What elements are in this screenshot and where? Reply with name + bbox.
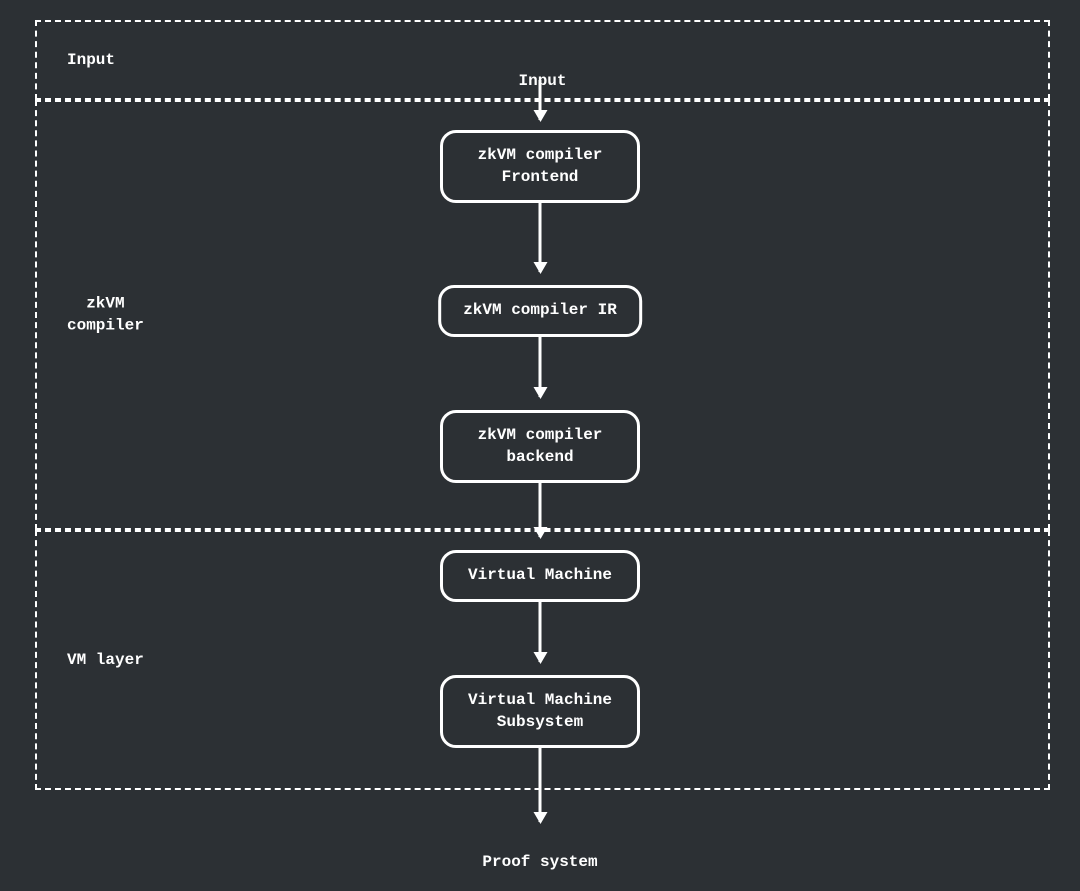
proof-system-label: Proof system: [482, 853, 597, 871]
node-vm-subsystem: Virtual Machine Subsystem: [440, 675, 640, 748]
node-backend: zkVM compiler backend: [440, 410, 640, 483]
section-input: Input Input: [35, 20, 1050, 100]
arrow-input-frontend: [539, 80, 542, 120]
arrow-vm-subsystem: [539, 600, 542, 662]
input-top-label: Input: [518, 72, 566, 90]
section-input-label: Input: [67, 49, 115, 71]
node-ir: zkVM compiler IR: [438, 285, 642, 337]
arrow-ir-backend: [539, 335, 542, 397]
node-virtual-machine: Virtual Machine: [440, 550, 640, 602]
arrow-subsystem-proof: [539, 747, 542, 822]
node-frontend: zkVM compiler Frontend: [440, 130, 640, 203]
section-vm-label: VM layer: [67, 649, 144, 671]
section-compiler-label: zkVM compiler: [67, 293, 144, 338]
arrow-backend-vm: [539, 482, 542, 537]
arrow-frontend-ir: [539, 202, 542, 272]
